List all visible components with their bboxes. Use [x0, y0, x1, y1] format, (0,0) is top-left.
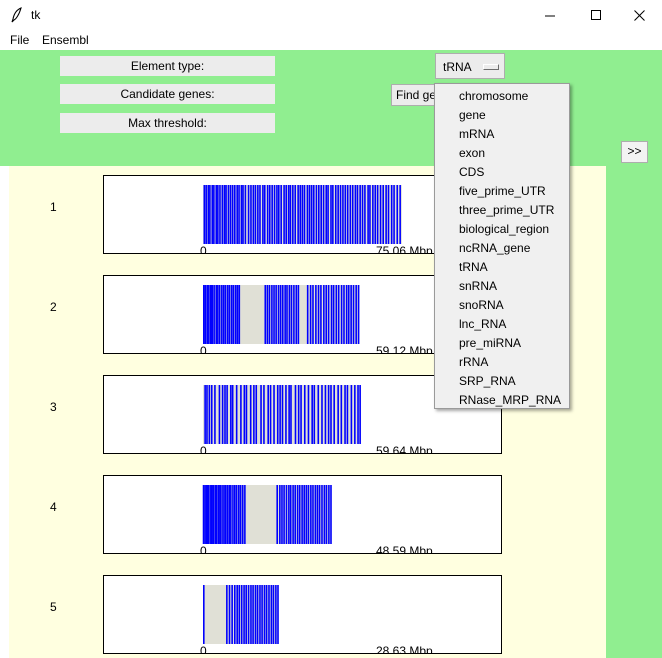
dropdown-option[interactable]: chromosome — [459, 89, 528, 103]
dropdown-option[interactable]: five_prime_UTR — [459, 184, 546, 198]
chromosome-number: 1 — [50, 200, 57, 214]
chromosome-number: 5 — [50, 600, 57, 614]
axis-start-label: 0 — [200, 644, 207, 653]
maximize-button[interactable] — [573, 0, 619, 30]
chromosome-number: 3 — [50, 400, 57, 414]
minimize-icon — [544, 15, 555, 17]
dropdown-option[interactable]: lnc_RNA — [459, 317, 506, 331]
chromosome-plot: 0 48.59 Mbp — [200, 485, 433, 553]
menu-ensembl[interactable]: Ensembl — [42, 33, 89, 47]
window-title: tk — [31, 8, 41, 22]
maximize-icon — [590, 10, 601, 20]
dropdown-option[interactable]: RNase_MRP_RNA — [459, 393, 561, 407]
axis-end-label: 28.63 Mbp — [376, 644, 433, 653]
axis-end-label: 59.12 Mbp — [376, 344, 433, 353]
element-type-label: Element type: — [60, 56, 275, 76]
max-threshold-label: Max threshold: — [60, 113, 275, 133]
close-icon — [633, 10, 645, 21]
menu-file[interactable]: File — [10, 33, 29, 47]
next-page-button[interactable]: >> — [621, 141, 648, 163]
element-type-select[interactable]: tRNA — [435, 53, 505, 79]
dropdown-option[interactable]: pre_miRNA — [459, 336, 521, 350]
menu-bar: File Ensembl — [0, 30, 662, 50]
close-button[interactable] — [616, 0, 662, 30]
axis-start-label: 0 — [200, 444, 207, 453]
dropdown-option[interactable]: rRNA — [459, 355, 488, 369]
dropdown-option[interactable]: three_prime_UTR — [459, 203, 554, 217]
axis-start-label: 0 — [200, 544, 207, 553]
dropdown-option[interactable]: biological_region — [459, 222, 549, 236]
axis-end-label: 59.64 Mbp — [376, 444, 433, 453]
axis-end-label: 48.59 Mbp — [376, 544, 433, 553]
dropdown-option[interactable]: ncRNA_gene — [459, 241, 530, 255]
chromosome-plot: 0 28.63 Mbp — [200, 585, 433, 653]
left-margin — [0, 166, 9, 658]
dropdown-option[interactable]: tRNA — [459, 260, 488, 274]
chromosome-row: 0 48.59 Mbp — [103, 475, 502, 554]
dropdown-option[interactable]: snRNA — [459, 279, 497, 293]
chromosome-row: 0 28.63 Mbp — [103, 575, 502, 654]
dropdown-option[interactable]: gene — [459, 108, 486, 122]
axis-end-label: 75.06 Mbp — [376, 244, 433, 253]
dropdown-option[interactable]: mRNA — [459, 127, 494, 141]
axis-start-label: 0 — [200, 244, 207, 253]
selected-element-type: tRNA — [443, 60, 472, 74]
option-indicator-icon — [483, 64, 499, 70]
feather-icon — [11, 7, 22, 23]
title-bar: tk — [0, 0, 662, 30]
chromosome-number: 2 — [50, 300, 57, 314]
chromosome-number: 4 — [50, 500, 57, 514]
element-type-dropdown: chromosome gene mRNA exon CDS five_prime_UTRt… — [434, 83, 570, 409]
dropdown-option[interactable]: snoRNA — [459, 298, 504, 312]
axis-start-label: 0 — [200, 344, 207, 353]
minimize-button[interactable] — [527, 0, 573, 30]
candidate-genes-label: Candidate genes: — [60, 84, 275, 104]
dropdown-option[interactable]: SRP_RNA — [459, 374, 516, 388]
dropdown-option[interactable]: CDS — [459, 165, 484, 179]
dropdown-option[interactable]: exon — [459, 146, 485, 160]
